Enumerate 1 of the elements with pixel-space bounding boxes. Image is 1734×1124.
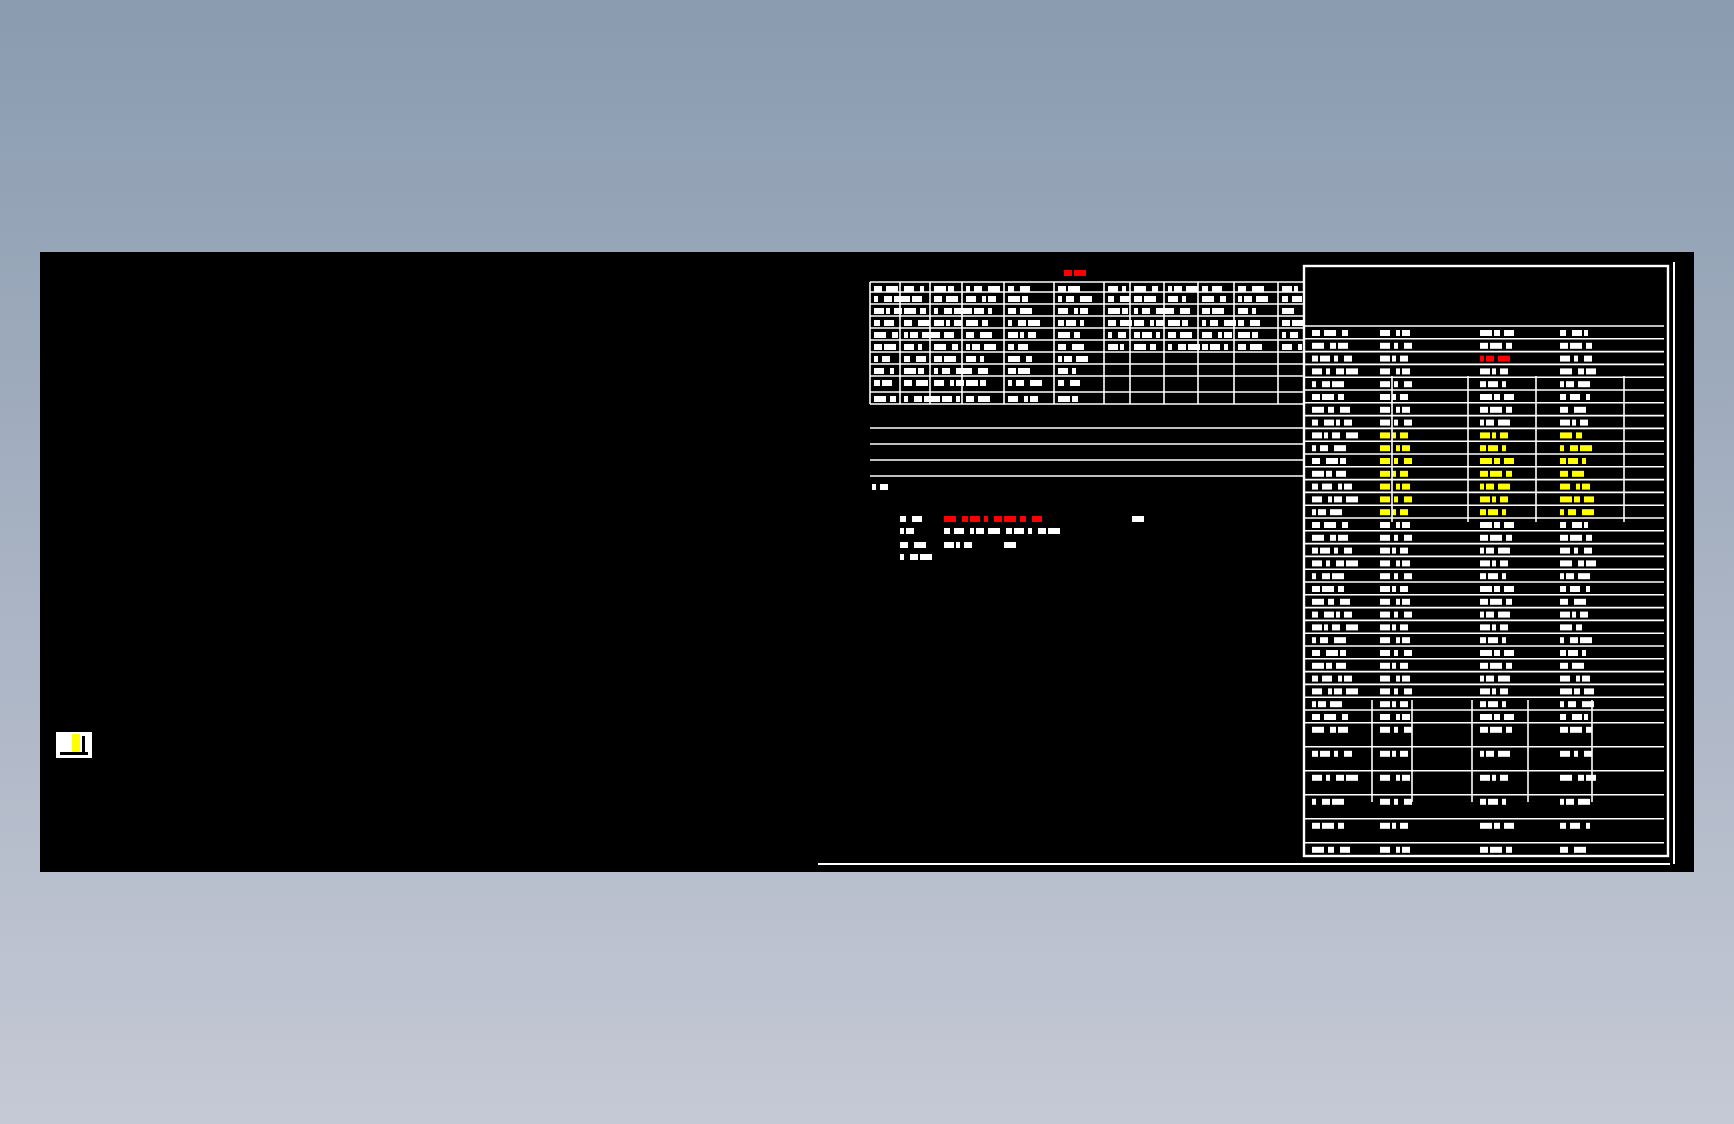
axis-icon [56,732,92,758]
